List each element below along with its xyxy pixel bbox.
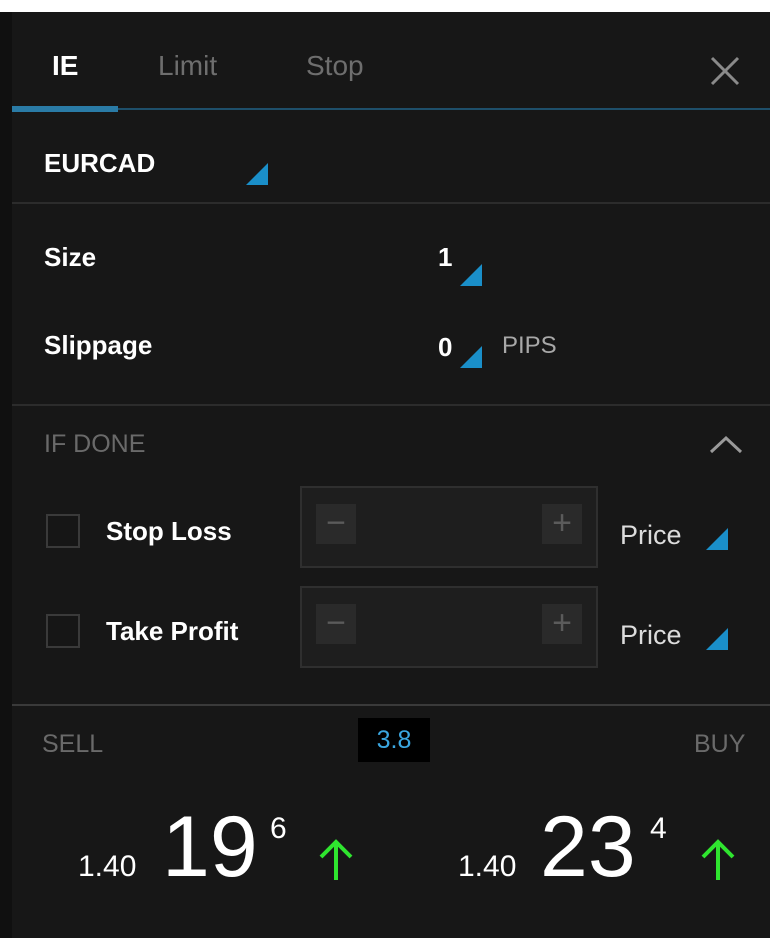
sell-label: SELL bbox=[42, 730, 104, 758]
size-label: Size bbox=[44, 242, 97, 272]
instrument-symbol: EURCAD bbox=[44, 148, 156, 178]
take-profit-decrement-button[interactable]: − bbox=[316, 604, 356, 644]
buy-price-big-figure: 23 bbox=[540, 799, 636, 895]
take-profit-increment-button[interactable]: + bbox=[542, 604, 582, 644]
divider bbox=[12, 404, 770, 406]
slippage-value[interactable]: 0 bbox=[438, 332, 452, 363]
size-value[interactable]: 1 bbox=[438, 242, 452, 273]
stop-loss-stepper[interactable]: − + bbox=[300, 486, 598, 568]
buy-price-prefix: 1.40 bbox=[458, 850, 517, 883]
tab-stop[interactable]: Stop bbox=[306, 50, 364, 82]
stop-loss-mode-dropdown-icon[interactable] bbox=[706, 528, 728, 550]
arrow-up-icon bbox=[701, 839, 735, 880]
tab-limit[interactable]: Limit bbox=[158, 50, 217, 82]
close-icon[interactable] bbox=[708, 54, 742, 88]
chevron-up-icon[interactable] bbox=[708, 432, 744, 456]
slippage-dropdown-icon[interactable] bbox=[460, 346, 482, 368]
take-profit-price-mode[interactable]: Price bbox=[620, 620, 682, 651]
slippage-label: Slippage bbox=[44, 330, 153, 360]
divider bbox=[12, 202, 770, 204]
instrument-dropdown-icon[interactable] bbox=[246, 163, 268, 185]
window-edge bbox=[0, 12, 12, 938]
slippage-unit: PIPS bbox=[502, 332, 557, 359]
sell-price-pip: 6 bbox=[270, 812, 287, 845]
buy-price-pip: 4 bbox=[650, 812, 667, 845]
stop-loss-price-mode[interactable]: Price bbox=[620, 520, 682, 551]
stop-loss-checkbox[interactable] bbox=[46, 514, 80, 548]
take-profit-label: Take Profit bbox=[106, 616, 239, 646]
stop-loss-label: Stop Loss bbox=[106, 516, 232, 546]
tab-ie[interactable]: IE bbox=[52, 50, 78, 82]
stop-loss-increment-button[interactable]: + bbox=[542, 504, 582, 544]
take-profit-stepper[interactable]: − + bbox=[300, 586, 598, 668]
take-profit-mode-dropdown-icon[interactable] bbox=[706, 628, 728, 650]
sell-price-big-figure: 19 bbox=[162, 799, 258, 895]
buy-label: BUY bbox=[694, 730, 746, 758]
take-profit-checkbox[interactable] bbox=[46, 614, 80, 648]
active-tab-indicator bbox=[12, 106, 118, 112]
size-dropdown-icon[interactable] bbox=[460, 264, 482, 286]
order-type-tabs: IE Limit Stop bbox=[12, 12, 770, 112]
spread-badge: 3.8 bbox=[358, 718, 430, 762]
sell-price-prefix: 1.40 bbox=[78, 850, 137, 883]
if-done-title: IF DONE bbox=[44, 430, 146, 458]
arrow-up-icon bbox=[319, 839, 353, 880]
divider bbox=[12, 704, 770, 706]
tab-underline bbox=[12, 108, 770, 110]
stop-loss-decrement-button[interactable]: − bbox=[316, 504, 356, 544]
order-ticket-panel: IE Limit Stop EURCAD Size 1 Slippage 0 P… bbox=[12, 12, 770, 938]
